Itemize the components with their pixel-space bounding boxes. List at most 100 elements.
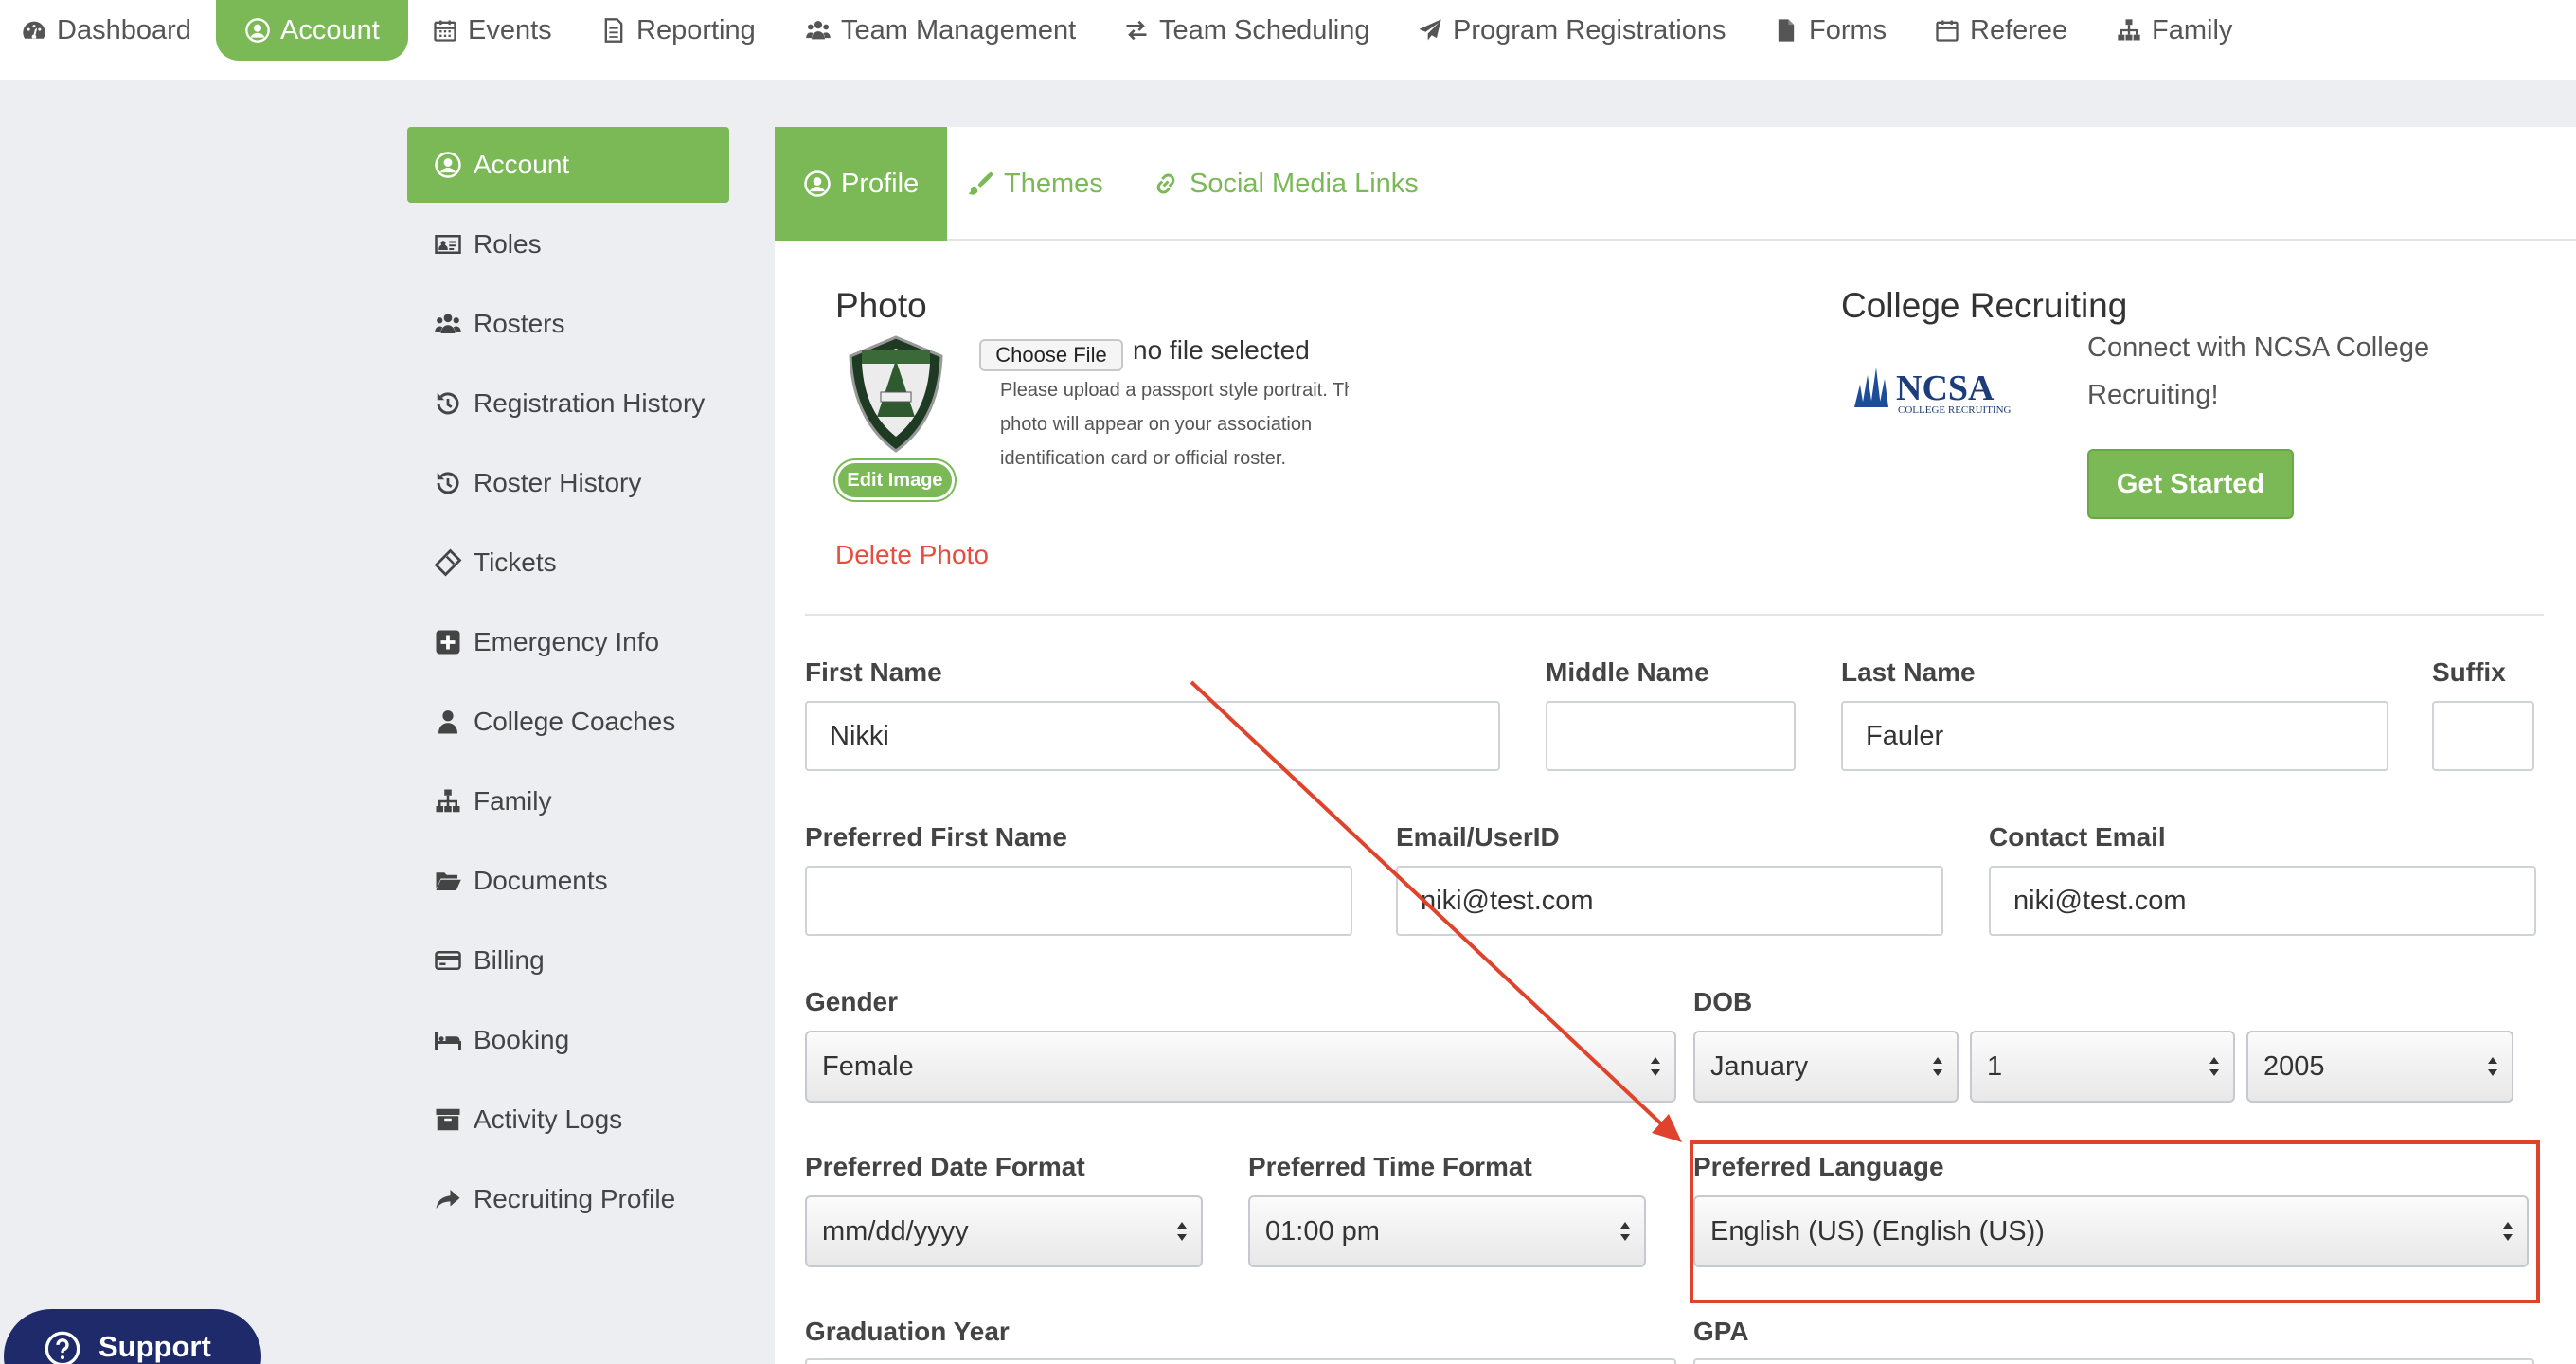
nav-reporting[interactable]: Reporting (600, 0, 756, 61)
sidebar-item-label: Documents (474, 866, 608, 895)
middle-name-field[interactable] (1546, 701, 1796, 771)
preferred-first-name-field[interactable] (805, 866, 1352, 936)
sitemap-icon (2116, 17, 2142, 44)
suffix-field[interactable] (2432, 701, 2534, 771)
nav-label: Team Scheduling (1159, 14, 1370, 45)
gpa-field[interactable] (1693, 1358, 2534, 1364)
sidebar-item-label: Billing (474, 945, 545, 975)
sidebar-item-rosters[interactable]: Rosters (407, 286, 729, 362)
nav-account[interactable]: Account (216, 0, 408, 61)
photo-note: Please upload a passport style portrait.… (1000, 380, 1349, 469)
contact-email-field[interactable]: niki@test.com (1989, 866, 2536, 936)
sidebar-item-roster-history[interactable]: Roster History (407, 445, 729, 521)
nav-label: Account (280, 14, 380, 45)
graduation-year-label: Graduation Year (805, 1317, 1010, 1346)
select-arrows-icon (2488, 1057, 2497, 1076)
sidebar-item-label: Recruiting Profile (474, 1184, 676, 1213)
first-name-label: First Name (805, 657, 942, 687)
bed-icon (434, 1026, 462, 1054)
time-format-select[interactable]: 01:00 pm (1248, 1195, 1646, 1267)
file-status: no file selected (1133, 335, 1310, 365)
profile-tabs: Profile Themes Social Media Links (775, 127, 2576, 241)
get-started-button[interactable]: Get Started (2087, 449, 2294, 519)
sidebar-item-label: Family (474, 786, 552, 816)
date-format-select[interactable]: mm/dd/yyyy (805, 1195, 1203, 1267)
nav-label: Team Management (841, 14, 1077, 45)
document-icon (600, 17, 627, 44)
nav-dashboard[interactable]: Dashboard (21, 0, 191, 61)
sidebar-item-roles[interactable]: Roles (407, 206, 729, 282)
select-arrows-icon (1933, 1057, 1942, 1076)
nav-program-registrations[interactable]: Program Registrations (1417, 0, 1726, 61)
edit-image-button[interactable]: Edit Image (835, 460, 955, 500)
ncsa-logo-text: NCSA (1896, 368, 1995, 408)
history-icon (434, 469, 462, 497)
language-select[interactable]: English (US) (English (US)) (1693, 1195, 2529, 1267)
sidebar-item-college-coaches[interactable]: College Coaches (407, 684, 729, 760)
ncsa-logo-subtext: COLLEGE RECRUITING (1898, 404, 2012, 416)
dob-year-select[interactable]: 2005 (2246, 1031, 2513, 1103)
folder-open-icon (434, 867, 462, 895)
nav-label: Reporting (636, 14, 756, 45)
avatar (841, 333, 951, 457)
exchange-icon (1123, 17, 1150, 44)
calendar-icon (432, 17, 458, 44)
select-arrows-icon (1651, 1057, 1660, 1076)
history-icon (434, 389, 462, 418)
delete-photo-link[interactable]: Delete Photo (835, 540, 989, 570)
sidebar-item-tickets[interactable]: Tickets (407, 525, 729, 601)
ncsa-logo: NCSA COLLEGE RECRUITING (1851, 360, 2030, 421)
gender-label: Gender (805, 987, 899, 1016)
sidebar-item-family[interactable]: Family (407, 763, 729, 839)
tab-social-media-links[interactable]: Social Media Links (1152, 127, 1419, 241)
nav-label: Program Registrations (1453, 14, 1726, 45)
dob-day-select[interactable]: 1 (1970, 1031, 2235, 1103)
sidebar-item-label: Emergency Info (474, 627, 660, 656)
tab-themes[interactable]: Themes (966, 127, 1103, 241)
sidebar-item-label: Rosters (474, 309, 565, 338)
archive-icon (434, 1105, 462, 1134)
tab-profile[interactable]: Profile (775, 127, 948, 241)
help-icon (44, 1330, 81, 1364)
select-arrows-icon (1177, 1222, 1187, 1241)
tab-label: Social Media Links (1190, 168, 1419, 199)
sidebar-item-label: Roster History (474, 468, 642, 497)
dob-month-select[interactable]: January (1693, 1031, 1959, 1103)
sidebar-item-activity-logs[interactable]: Activity Logs (407, 1082, 729, 1158)
suffix-label: Suffix (2432, 657, 2506, 687)
sidebar-item-recruiting-profile[interactable]: Recruiting Profile (407, 1161, 729, 1237)
id-card-icon (434, 230, 462, 259)
preferred-first-name-label: Preferred First Name (805, 822, 1068, 852)
email-userid-field[interactable]: niki@test.com (1396, 866, 1943, 936)
nav-family[interactable]: Family (2116, 0, 2232, 61)
sidebar-item-emergency-info[interactable]: Emergency Info (407, 604, 729, 680)
sidebar-item-registration-history[interactable]: Registration History (407, 366, 729, 441)
sitemap-icon (434, 787, 462, 816)
support-button[interactable]: Support (4, 1309, 261, 1364)
nav-label: Referee (1970, 14, 2068, 45)
graduation-year-field[interactable] (805, 1358, 1676, 1364)
sidebar-item-documents[interactable]: Documents (407, 843, 729, 919)
choose-file-button[interactable]: Choose File (979, 339, 1123, 371)
select-arrows-icon (2503, 1222, 2513, 1241)
recruiting-text: Connect with NCSA College Recruiting! (2087, 332, 2430, 410)
file-icon (1773, 17, 1799, 44)
user-circle-icon (244, 17, 271, 44)
nav-team-management[interactable]: Team Management (805, 0, 1076, 61)
gender-select[interactable]: Female (805, 1031, 1676, 1103)
contact-email-label: Contact Email (1989, 822, 2166, 852)
nav-referee[interactable]: Referee (1934, 0, 2067, 61)
nav-forms[interactable]: Forms (1773, 0, 1887, 61)
sidebar-item-label: Booking (474, 1025, 570, 1054)
last-name-field[interactable]: Fauler (1841, 701, 2388, 771)
sidebar-item-booking[interactable]: Booking (407, 1002, 729, 1078)
sidebar-item-account[interactable]: Account (407, 127, 729, 203)
first-name-field[interactable]: Nikki (805, 701, 1500, 771)
tab-label: Profile (841, 168, 920, 199)
nav-team-scheduling[interactable]: Team Scheduling (1123, 0, 1369, 61)
tab-label: Themes (1004, 168, 1103, 199)
support-label: Support (98, 1330, 211, 1363)
sidebar-item-billing[interactable]: Billing (407, 923, 729, 998)
ticket-icon (434, 548, 462, 577)
nav-events[interactable]: Events (432, 0, 552, 61)
